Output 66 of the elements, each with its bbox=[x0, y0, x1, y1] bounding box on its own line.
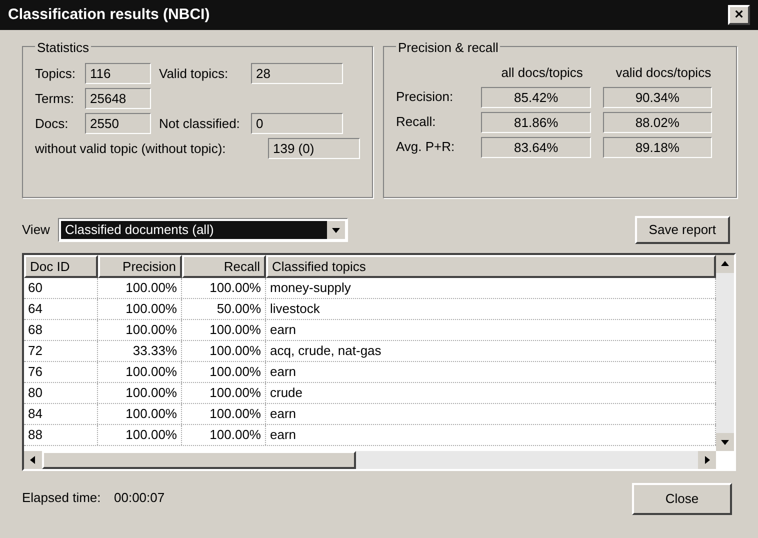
table-cell: 72 bbox=[24, 341, 98, 361]
scroll-thumb[interactable] bbox=[42, 451, 356, 469]
column-header[interactable]: Precision bbox=[98, 255, 182, 278]
value-field: 139 (0) bbox=[268, 138, 360, 159]
window-title: Classification results (NBCI) bbox=[8, 4, 210, 25]
table-cell: 100.00% bbox=[182, 362, 266, 382]
table-cell: 100.00% bbox=[182, 320, 266, 340]
metric-label: Recall: bbox=[396, 113, 437, 132]
table-cell: 100.00% bbox=[98, 320, 182, 340]
table-cell: 100.00% bbox=[98, 362, 182, 382]
column-label: all docs/topics bbox=[500, 64, 584, 82]
table-cell: 100.00% bbox=[98, 299, 182, 319]
save-report-button[interactable]: Save report bbox=[634, 216, 730, 244]
table-cell: 100.00% bbox=[182, 425, 266, 445]
value-field: 83.64% bbox=[481, 136, 591, 158]
field-label: Valid topics: bbox=[158, 64, 230, 83]
metric-label: Avg. P+R: bbox=[396, 138, 456, 156]
table-cell: 100.00% bbox=[98, 425, 182, 445]
table-cell: 60 bbox=[24, 278, 98, 298]
value-field: 2550 bbox=[85, 113, 151, 134]
elapsed-time-value: 00:00:07 bbox=[114, 488, 165, 506]
metric-label: Precision: bbox=[396, 88, 454, 106]
scroll-right-icon[interactable] bbox=[698, 451, 716, 469]
field-label: Docs: bbox=[35, 114, 70, 133]
scroll-up-icon[interactable] bbox=[716, 255, 734, 273]
table-cell: 64 bbox=[24, 299, 98, 319]
view-dropdown[interactable]: Classified documents (all) bbox=[58, 218, 348, 242]
table-cell: 100.00% bbox=[98, 383, 182, 403]
table-cell: 76 bbox=[24, 362, 98, 382]
column-header[interactable]: Doc ID bbox=[24, 255, 98, 278]
table-cell: 100.00% bbox=[182, 383, 266, 403]
scroll-left-icon[interactable] bbox=[24, 451, 42, 469]
vertical-scrollbar[interactable] bbox=[716, 255, 734, 451]
view-label: View bbox=[22, 221, 50, 240]
table-cell: 84 bbox=[24, 404, 98, 424]
close-button[interactable]: × bbox=[728, 5, 750, 25]
value-field: 81.86% bbox=[481, 112, 591, 132]
table-cell: 100.00% bbox=[182, 278, 266, 298]
table-cell: 80 bbox=[24, 383, 98, 403]
field-label: Not classified: bbox=[158, 114, 241, 133]
field-label: Topics: bbox=[35, 64, 76, 83]
column-header[interactable]: Recall bbox=[182, 255, 266, 278]
table-cell: 88 bbox=[24, 425, 98, 445]
column-header[interactable]: Classified topics bbox=[266, 255, 716, 278]
value-field: 85.42% bbox=[481, 86, 591, 108]
value-field: 28 bbox=[251, 63, 343, 84]
value-field: 116 bbox=[85, 63, 151, 84]
value-field: 90.34% bbox=[602, 86, 712, 108]
table-cell: 100.00% bbox=[98, 404, 182, 424]
table-cell: 100.00% bbox=[182, 341, 266, 361]
field-label: without valid topic (without topic): bbox=[35, 140, 227, 158]
table-cell: 33.33% bbox=[98, 341, 182, 361]
value-field: 0 bbox=[251, 113, 343, 134]
elapsed-time-label: Elapsed time: bbox=[22, 488, 102, 507]
value-field: 89.18% bbox=[602, 136, 712, 158]
table-cell: 68 bbox=[24, 320, 98, 340]
column-label: valid docs/topics bbox=[614, 64, 712, 82]
field-label: Terms: bbox=[35, 90, 75, 108]
close-dialog-button[interactable]: Close bbox=[632, 483, 732, 515]
value-field: 25648 bbox=[85, 88, 151, 109]
table-cell: 50.00% bbox=[182, 299, 266, 319]
table-cell: 100.00% bbox=[182, 404, 266, 424]
value-field: 88.02% bbox=[602, 112, 712, 132]
horizontal-scrollbar[interactable] bbox=[24, 451, 716, 469]
table-cell: 100.00% bbox=[98, 278, 182, 298]
scroll-down-icon[interactable] bbox=[716, 433, 734, 451]
